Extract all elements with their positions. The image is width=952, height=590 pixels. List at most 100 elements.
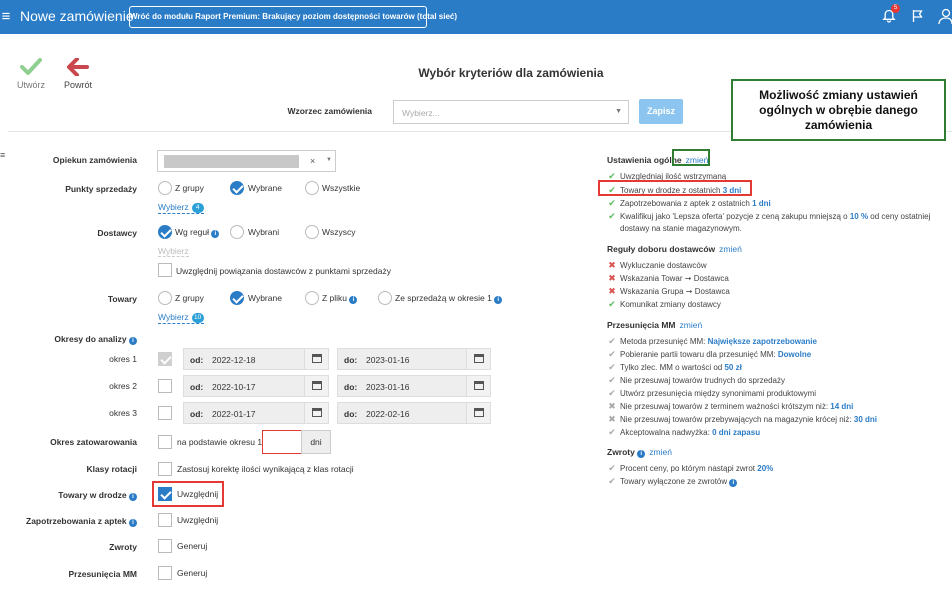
okres-1-to[interactable]: do: 2023-01-16 xyxy=(337,348,491,370)
punkty-label: Punkty sprzedaży xyxy=(65,184,137,194)
calendar-icon[interactable] xyxy=(466,403,490,423)
check-icon: ✔ xyxy=(608,388,616,398)
radio-dostawcy-wszyscy[interactable] xyxy=(305,225,319,239)
x-icon: ✖ xyxy=(608,286,616,296)
dostawcy-links-checkbox[interactable] xyxy=(158,263,172,277)
okres-1-checkbox[interactable] xyxy=(158,352,172,366)
do-label: do: xyxy=(344,355,358,365)
info-icon[interactable]: i xyxy=(349,296,358,304)
towary-select-link[interactable]: Wybierz 10 xyxy=(158,312,204,324)
radio-dostawcy-wybrani[interactable] xyxy=(230,225,244,239)
radio-dostawcy-wg-regul[interactable] xyxy=(158,225,172,239)
rules-title-text: Reguły doboru dostawców xyxy=(607,244,716,254)
okres-3-from[interactable]: od: 2022-01-17 xyxy=(183,402,329,424)
zatowarowania-days-input[interactable] xyxy=(262,430,302,454)
calendar-icon[interactable] xyxy=(304,349,328,369)
dostawcy-option-3: Wszyscy xyxy=(322,227,356,237)
top-bar: ≡ Nowe zamówienie Wróć do modułu Raport … xyxy=(0,0,952,34)
opiekun-label: Opiekun zamówienia xyxy=(52,155,137,165)
klasy-label: Klasy rotacji xyxy=(86,464,137,474)
rules-item-2: ✖ Wskazania Towar ➞ Dostawca xyxy=(607,273,729,284)
opiekun-select[interactable]: × ▼ xyxy=(157,150,336,172)
radio-towary-z-grupy[interactable] xyxy=(158,291,172,305)
back-to-report-button[interactable]: Wróć do modułu Raport Premium: Brakujący… xyxy=(129,6,457,28)
rules-item-4-text: Komunikat zmiany dostawcy xyxy=(620,300,721,309)
check-icon: ✔ xyxy=(608,211,616,221)
okres-2-checkbox[interactable] xyxy=(158,379,172,393)
mm-item-4: ✔ Nie przesuwaj towarów trudnych do sprze… xyxy=(607,375,785,386)
okres-3-checkbox[interactable] xyxy=(158,406,172,420)
info-icon[interactable]: i xyxy=(211,230,220,238)
mm-item-1-text: Metoda przesunięć MM: xyxy=(620,337,708,346)
okres-3-to[interactable]: do: 2022-02-16 xyxy=(337,402,491,424)
hamburger-menu-icon[interactable]: ≡ xyxy=(0,8,12,25)
user-icon[interactable] xyxy=(937,8,952,24)
mm-item-4-text: Nie przesuwaj towarów trudnych do sprzed… xyxy=(620,376,785,385)
radio-towary-z-pliku[interactable] xyxy=(305,291,319,305)
flag-icon[interactable] xyxy=(911,9,925,23)
check-icon: ✔ xyxy=(608,427,616,437)
info-icon[interactable]: i xyxy=(729,479,738,487)
calendar-icon[interactable] xyxy=(304,376,328,396)
okres-3-label: okres 3 xyxy=(109,408,137,418)
dostawcy-select-link[interactable]: Wybierz xyxy=(158,246,189,257)
towary-drodze-checkbox[interactable] xyxy=(158,487,172,501)
x-icon: ✖ xyxy=(608,414,616,424)
towary-option-3: Z pliku i xyxy=(322,293,358,304)
do-label: do: xyxy=(344,409,358,419)
towary-option-4: Ze sprzedażą w okresie 1 i xyxy=(395,293,503,304)
info-icon[interactable]: i xyxy=(637,450,646,458)
mm-title: Przesunięcia MM zmień xyxy=(607,320,702,330)
zatowarowania-checkbox[interactable] xyxy=(158,435,172,449)
okres-2-to[interactable]: do: 2023-01-16 xyxy=(337,375,491,397)
mm-item-6-text: Nie przesuwaj towarów z terminem ważnośc… xyxy=(620,402,831,411)
template-select[interactable]: Wybierz... ▼ xyxy=(393,100,629,124)
mm-item-2: ✔ Pobieranie partii towaru dla przesunięć… xyxy=(607,349,811,360)
calendar-icon[interactable] xyxy=(304,403,328,423)
zapotrzebowania-label-text: Zapotrzebowania z aptek xyxy=(26,516,127,526)
general-item-4: ✔ Kwalifikuj jako 'Lepsza oferta' pozycje… xyxy=(607,211,930,222)
przesuniecia-checkbox[interactable] xyxy=(158,566,172,580)
dostawcy-links-label: Uwzględnij powiązania dostawców z punkta… xyxy=(176,266,391,276)
towary-option-4-text: Ze sprzedażą w okresie 1 xyxy=(395,293,492,303)
clear-icon[interactable]: × xyxy=(310,156,315,166)
general-item-3: ✔ Zapotrzebowania z aptek z ostatnich 1 d… xyxy=(607,198,771,209)
radio-punkty-wybrane[interactable] xyxy=(230,181,244,195)
okres-1-from[interactable]: od: 2022-12-18 xyxy=(183,348,329,370)
okres-2-label: okres 2 xyxy=(109,381,137,391)
general-item-4-text: Kwalifikuj jako 'Lepsza oferta' pozycje … xyxy=(620,212,850,221)
mm-item-7: ✖ Nie przesuwaj towarów przebywających na… xyxy=(607,414,877,425)
radio-punkty-z-grupy[interactable] xyxy=(158,181,172,195)
side-menu-icon[interactable]: ≡ xyxy=(0,150,5,160)
save-template-button[interactable]: Zapisz xyxy=(639,99,683,124)
okres-2-from[interactable]: od: 2022-10-17 xyxy=(183,375,329,397)
mm-change-link[interactable]: zmień xyxy=(680,320,703,330)
zwroty-checkbox[interactable] xyxy=(158,539,172,553)
back-button[interactable]: Powrót xyxy=(60,58,96,90)
info-icon[interactable]: i xyxy=(129,493,137,501)
klasy-checkbox[interactable] xyxy=(158,462,172,476)
info-icon[interactable]: i xyxy=(129,519,137,527)
calendar-icon[interactable] xyxy=(466,349,490,369)
info-icon[interactable]: i xyxy=(494,296,503,304)
mm-item-5: ✔ Utwórz przesunięcia między synonimami p… xyxy=(607,388,816,399)
calendar-icon[interactable] xyxy=(466,376,490,396)
zapotrzebowania-checkbox[interactable] xyxy=(158,513,172,527)
highlight-box xyxy=(598,180,752,196)
returns-item-1-text: Procent ceny, po którym nastąpi zwrot xyxy=(620,464,758,473)
radio-towary-sprzedaz[interactable] xyxy=(378,291,392,305)
punkty-select-link[interactable]: Wybierz 4 xyxy=(158,202,204,214)
create-button[interactable]: Utwórz xyxy=(14,58,48,90)
mm-item-3-text: Tylko zlec. MM o wartości od xyxy=(620,363,725,372)
mm-item-8-value: 0 dni zapasu xyxy=(712,428,761,437)
mm-item-7-value: 30 dni xyxy=(853,415,878,424)
radio-towary-wybrane[interactable] xyxy=(230,291,244,305)
returns-title-text: Zwroty xyxy=(607,447,635,457)
radio-punkty-wszystkie[interactable] xyxy=(305,181,319,195)
x-icon: ✖ xyxy=(608,260,616,270)
returns-change-link[interactable]: zmień xyxy=(649,447,672,457)
check-icon: ✔ xyxy=(608,336,616,346)
info-icon[interactable]: i xyxy=(129,337,137,345)
rules-change-link[interactable]: zmień xyxy=(719,244,742,254)
towary-label: Towary xyxy=(107,294,137,304)
